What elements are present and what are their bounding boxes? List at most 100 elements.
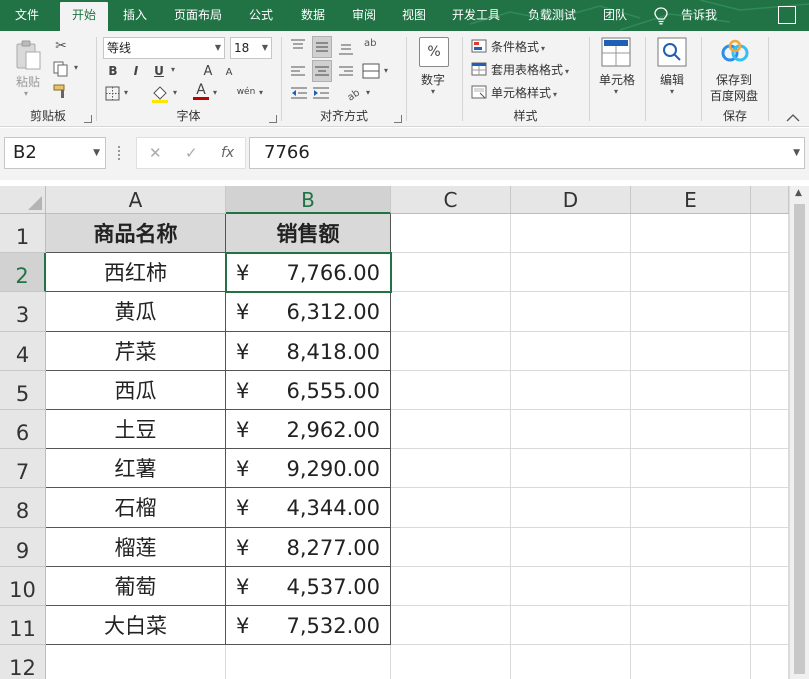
column-header-f[interactable]: [751, 186, 789, 214]
empty-cell[interactable]: [511, 370, 631, 410]
empty-cell[interactable]: [631, 331, 751, 371]
cells-label[interactable]: 单元格: [599, 71, 635, 88]
table-header-cell[interactable]: 商品名称: [46, 214, 226, 254]
empty-cell[interactable]: [751, 566, 789, 606]
paste-label[interactable]: 粘贴: [16, 73, 40, 90]
tab-page-layout[interactable]: 页面布局: [168, 0, 228, 31]
underline-button[interactable]: U: [149, 61, 169, 81]
product-name-cell[interactable]: 西瓜: [46, 370, 226, 410]
align-center-icon[interactable]: [312, 60, 332, 82]
font-family-select[interactable]: 等线 ▼: [103, 37, 225, 59]
empty-cell[interactable]: [631, 370, 751, 410]
sales-amount-cell[interactable]: ¥8,277.00: [226, 527, 391, 567]
fill-color-icon[interactable]: [151, 84, 169, 104]
empty-cell[interactable]: [511, 331, 631, 371]
empty-cell[interactable]: [391, 488, 511, 528]
sales-amount-cell[interactable]: ¥7,766.00: [226, 253, 391, 293]
cancel-entry-icon[interactable]: ✕: [149, 138, 162, 168]
copy-dropdown-icon[interactable]: ▾: [74, 63, 78, 72]
row-header-5[interactable]: 5: [0, 370, 46, 410]
number-dropdown-icon[interactable]: ▾: [431, 87, 435, 96]
empty-cell[interactable]: [631, 606, 751, 646]
column-header-b[interactable]: B: [226, 186, 391, 214]
bold-button[interactable]: B: [103, 61, 123, 81]
shrink-font-button[interactable]: A: [221, 64, 237, 80]
empty-cell[interactable]: [511, 410, 631, 450]
format-as-table-button[interactable]: 套用表格格式 ▾: [491, 61, 569, 78]
empty-cell[interactable]: [511, 566, 631, 606]
empty-cell[interactable]: [511, 292, 631, 332]
product-name-cell[interactable]: 石榴: [46, 488, 226, 528]
align-middle-icon[interactable]: [312, 36, 332, 58]
worksheet-grid[interactable]: ABCDE 1 2 3 4 5 6 7 8 9 10 11 12 商品名称 销售额 西红柿 ¥7,766.0…: [0, 180, 809, 679]
empty-cell[interactable]: [631, 566, 751, 606]
decrease-indent-icon[interactable]: [290, 86, 308, 100]
sales-amount-cell[interactable]: ¥2,962.00: [226, 410, 391, 450]
alignment-launcher-icon[interactable]: [394, 115, 402, 123]
empty-cell[interactable]: [751, 214, 789, 254]
conditional-format-button[interactable]: 条件格式 ▾: [491, 38, 545, 55]
sales-amount-cell[interactable]: ¥9,290.00: [226, 449, 391, 489]
empty-cell[interactable]: [511, 449, 631, 489]
align-bottom-icon[interactable]: [338, 41, 354, 55]
sales-amount-cell[interactable]: ¥7,532.00: [226, 606, 391, 646]
empty-cell[interactable]: [391, 370, 511, 410]
sales-amount-cell[interactable]: ¥4,537.00: [226, 566, 391, 606]
tab-data[interactable]: 数据: [292, 0, 334, 31]
row-header-11[interactable]: 11: [0, 606, 46, 646]
row-header-4[interactable]: 4: [0, 331, 46, 371]
empty-cell[interactable]: [751, 292, 789, 332]
product-name-cell[interactable]: 芹菜: [46, 331, 226, 371]
empty-cell[interactable]: [391, 527, 511, 567]
empty-cell[interactable]: [631, 449, 751, 489]
empty-cell[interactable]: [751, 449, 789, 489]
empty-cell[interactable]: [751, 410, 789, 450]
tab-insert[interactable]: 插入: [114, 0, 156, 31]
product-name-cell[interactable]: 葡萄: [46, 566, 226, 606]
orientation-dropdown-icon[interactable]: ▾: [366, 88, 370, 97]
sales-amount-cell[interactable]: ¥6,555.00: [226, 370, 391, 410]
editing-dropdown-icon[interactable]: ▾: [670, 87, 674, 96]
empty-cell[interactable]: [391, 253, 511, 293]
tab-home[interactable]: 开始: [60, 2, 108, 31]
empty-cell[interactable]: [391, 606, 511, 646]
font-launcher-icon[interactable]: [269, 115, 277, 123]
empty-cell[interactable]: [391, 645, 511, 679]
format-painter-icon[interactable]: [53, 83, 69, 99]
phonetic-guide-button[interactable]: wén: [235, 82, 257, 102]
tab-developer[interactable]: 开发工具: [446, 0, 506, 31]
underline-dropdown-icon[interactable]: ▾: [171, 65, 175, 74]
empty-cell[interactable]: [511, 214, 631, 254]
empty-cell[interactable]: [751, 370, 789, 410]
cell-styles-button[interactable]: 单元格样式 ▾: [491, 84, 557, 101]
product-name-cell[interactable]: 西红柿: [46, 253, 226, 293]
paste-icon[interactable]: [14, 40, 42, 70]
table-header-cell[interactable]: 销售额: [226, 214, 391, 254]
product-name-cell[interactable]: 大白菜: [46, 606, 226, 646]
product-name-cell[interactable]: 黄瓜: [46, 292, 226, 332]
cells-dropdown-icon[interactable]: ▾: [614, 87, 618, 96]
tab-file[interactable]: 文件: [6, 0, 48, 31]
align-right-icon[interactable]: [338, 65, 354, 79]
empty-cell[interactable]: [46, 645, 226, 679]
tab-view[interactable]: 视图: [393, 0, 435, 31]
formula-bar-grip-icon[interactable]: [118, 146, 121, 160]
empty-cell[interactable]: [511, 253, 631, 293]
row-header-3[interactable]: 3: [0, 292, 46, 332]
empty-cell[interactable]: [751, 527, 789, 567]
tab-review[interactable]: 审阅: [343, 0, 385, 31]
empty-cell[interactable]: [391, 566, 511, 606]
column-header-d[interactable]: D: [511, 186, 631, 214]
empty-cell[interactable]: [391, 292, 511, 332]
column-header-c[interactable]: C: [391, 186, 511, 214]
row-header-2[interactable]: 2: [0, 253, 46, 293]
empty-cell[interactable]: [631, 527, 751, 567]
row-header-8[interactable]: 8: [0, 488, 46, 528]
empty-cell[interactable]: [391, 331, 511, 371]
empty-cell[interactable]: [511, 488, 631, 528]
merge-dropdown-icon[interactable]: ▾: [384, 66, 388, 75]
row-header-6[interactable]: 6: [0, 410, 46, 450]
row-header-9[interactable]: 9: [0, 527, 46, 567]
row-header-10[interactable]: 10: [0, 566, 46, 606]
empty-cell[interactable]: [751, 253, 789, 293]
